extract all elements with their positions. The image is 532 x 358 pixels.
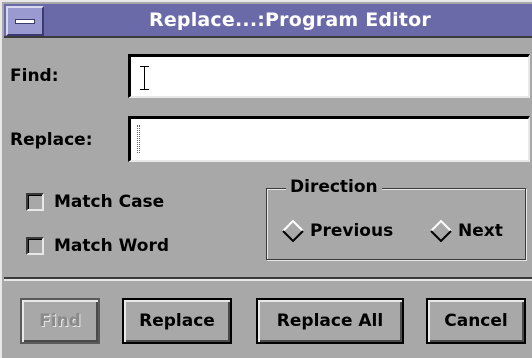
find-input[interactable] xyxy=(131,57,528,96)
match-word-checkbox[interactable]: Match Word xyxy=(26,236,169,256)
checkbox-box-icon xyxy=(26,193,44,211)
cancel-button[interactable]: Cancel xyxy=(426,298,526,344)
replace-button[interactable]: Replace xyxy=(122,298,232,344)
direction-next-radio[interactable]: Next xyxy=(430,220,503,242)
find-field[interactable] xyxy=(128,54,530,98)
text-cursor-icon xyxy=(140,66,149,90)
radio-diamond-icon xyxy=(430,220,452,242)
replace-dialog: Replace...:Program Editor Find: Replace:… xyxy=(0,0,532,358)
window-title: Replace...:Program Editor xyxy=(148,9,431,31)
radio-diamond-icon xyxy=(282,220,304,242)
direction-next-label: Next xyxy=(458,221,503,241)
replace-label: Replace: xyxy=(10,130,93,150)
find-label: Find: xyxy=(10,66,59,86)
replace-input[interactable] xyxy=(131,119,528,160)
match-case-label: Match Case xyxy=(54,192,165,212)
direction-previous-label: Previous xyxy=(310,221,394,241)
separator xyxy=(4,277,532,281)
match-case-checkbox[interactable]: Match Case xyxy=(26,192,164,212)
find-button[interactable]: Find xyxy=(20,298,100,344)
replace-field[interactable] xyxy=(128,116,530,162)
checkbox-box-icon xyxy=(26,237,44,255)
system-menu-icon xyxy=(15,19,35,24)
text-caret xyxy=(137,125,140,153)
system-menu-button[interactable] xyxy=(6,6,44,36)
replace-all-button[interactable]: Replace All xyxy=(256,298,404,344)
title-bar[interactable]: Replace...:Program Editor xyxy=(4,4,532,38)
direction-group-title: Direction xyxy=(286,177,382,197)
match-word-label: Match Word xyxy=(54,236,169,256)
direction-previous-radio[interactable]: Previous xyxy=(282,220,393,242)
